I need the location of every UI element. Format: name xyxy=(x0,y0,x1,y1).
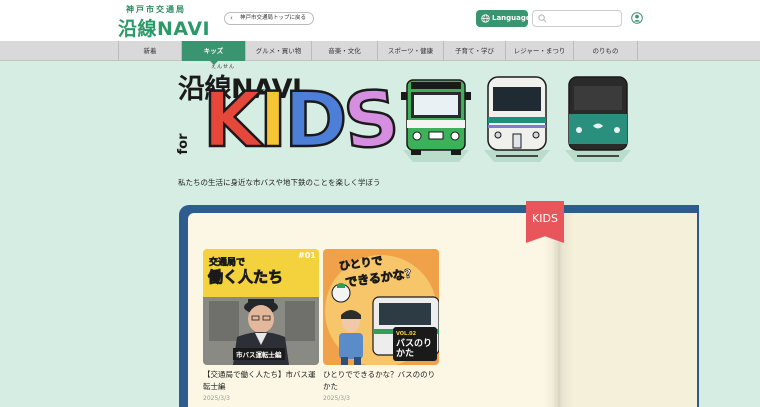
article-title[interactable]: 【交通局で働く人たち】市バス運転士編 xyxy=(203,369,319,393)
category-nav: 新着 キッズ グルメ・買い物 音楽・文化 スポーツ・健康 子育て・学び レジャー… xyxy=(0,41,760,65)
nav-item-parenting[interactable]: 子育て・学び xyxy=(444,41,506,61)
thumbnail-caption-box: VOL.02 バスのりかた xyxy=(393,327,437,361)
article-card[interactable]: 交通局で 働く人たち #01 市バス運転士編 【交通局で働く人たち】市バス運転士… xyxy=(203,249,319,402)
site-header: 神戸市交通局 沿線NAVI ‹ 神戸市交通局トップに戻る Language xyxy=(0,0,760,41)
thumbnail-caption-vol: VOL.02 xyxy=(396,331,417,337)
nav-item-vehicles[interactable]: のりもの xyxy=(574,41,638,61)
article-date: 2025/3/3 xyxy=(203,395,230,402)
logo-title: 沿線NAVI xyxy=(118,18,211,40)
language-button[interactable]: Language xyxy=(476,10,531,27)
article-thumbnail[interactable]: 交通局で 働く人たち #01 市バス運転士編 xyxy=(203,249,319,365)
nav-item-sports[interactable]: スポーツ・健康 xyxy=(378,41,444,61)
nav-item-new[interactable]: 新着 xyxy=(118,41,182,61)
nav-item-kids[interactable]: キッズ xyxy=(182,41,246,65)
article-card[interactable]: ひとりで できるかな? VOL.02 バスのりかた ひとりでできるかな？バスのの… xyxy=(323,249,439,402)
nav-item-leisure[interactable]: レジャー・まつり xyxy=(506,41,574,61)
language-label: Language xyxy=(492,14,531,22)
article-thumbnail[interactable]: ひとりで できるかな? VOL.02 バスのりかた xyxy=(323,249,439,365)
kids-logo: KIDS xyxy=(202,71,405,168)
chevron-left-icon: ‹ xyxy=(230,14,233,22)
article-title[interactable]: ひとりでできるかな？バスののりかた xyxy=(323,369,439,393)
book-gutter xyxy=(544,213,574,407)
thumbnail-caption: バスのりかた xyxy=(396,339,433,359)
thumbnail-line-2: 働く人たち xyxy=(208,268,284,287)
hero-tagline: 私たちの生活に身近な市バスや地下鉄のことを楽しく学ぼう xyxy=(178,178,381,187)
back-to-top-link[interactable]: ‹ 神戸市交通局トップに戻る xyxy=(224,12,315,25)
book-page-right xyxy=(554,213,697,407)
kids-letter-i: I xyxy=(258,75,289,164)
kids-letter-d: D xyxy=(283,75,349,164)
user-account-icon[interactable] xyxy=(631,12,643,24)
nav-item-gourmet[interactable]: グルメ・買い物 xyxy=(246,41,312,61)
bus-illustration xyxy=(401,79,471,162)
thumbnail-caption: 市バス運転士編 xyxy=(233,348,285,360)
subway-train-illustration xyxy=(484,76,550,162)
back-to-top-label: 神戸市交通局トップに戻る xyxy=(240,15,307,21)
search-icon xyxy=(538,14,547,23)
search-input[interactable] xyxy=(532,10,622,27)
globe-icon xyxy=(481,14,490,23)
kids-letter-k: K xyxy=(202,75,263,164)
subway-train-green-illustration xyxy=(565,76,631,162)
thumbnail-badge: #01 xyxy=(298,251,316,260)
kids-letter-s: S xyxy=(338,71,404,168)
nav-item-music-culture[interactable]: 音楽・文化 xyxy=(312,41,378,61)
site-logo[interactable]: 神戸市交通局 沿線NAVI xyxy=(118,4,211,40)
article-date: 2025/3/3 xyxy=(323,395,350,402)
